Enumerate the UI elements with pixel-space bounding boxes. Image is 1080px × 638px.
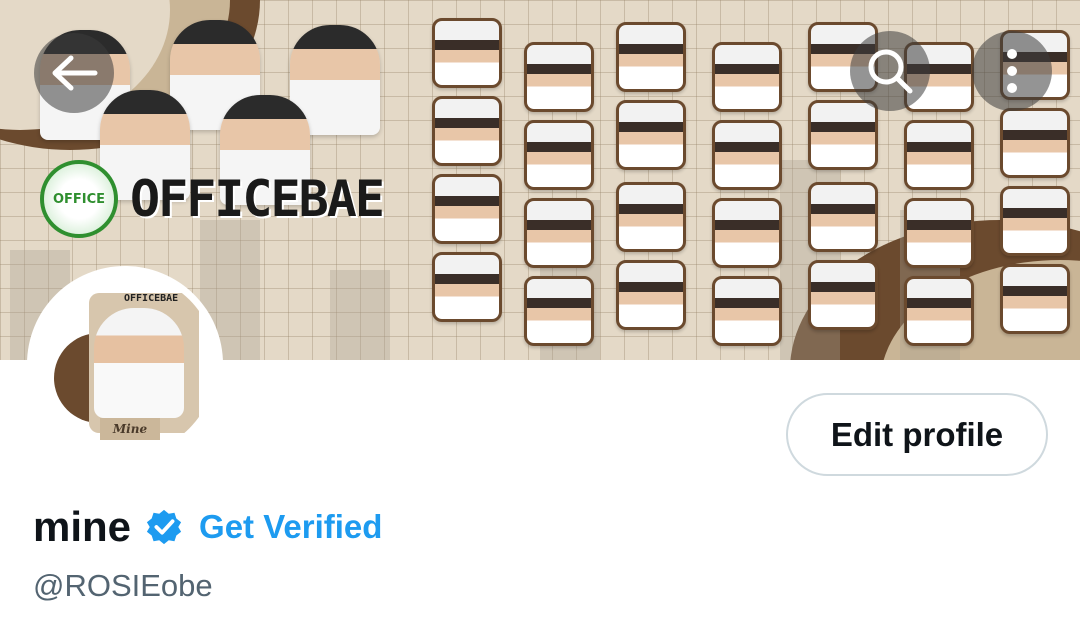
get-verified-link[interactable]: Get Verified [199, 508, 382, 546]
banner-photo-tile [808, 260, 878, 330]
banner-brand: OFFICE OFFICEBAE [40, 160, 385, 238]
profile-avatar[interactable]: OFFICEBAE Mine [27, 266, 223, 462]
verified-badge-icon[interactable] [145, 508, 183, 546]
banner-photo-tile [616, 22, 686, 92]
skyline-building [330, 270, 390, 360]
banner-photo-tile [1000, 108, 1070, 178]
banner-photo-tile [616, 260, 686, 330]
search-icon [868, 49, 913, 94]
banner-photo-tile [616, 100, 686, 170]
banner-photo-tile [432, 174, 502, 244]
profile-name-row: mine Get Verified [33, 503, 382, 551]
banner-logo-text: OFFICE [52, 191, 106, 207]
more-options-button[interactable] [972, 31, 1052, 111]
globe-logo-icon: OFFICE [40, 160, 118, 238]
banner-photo-tile [432, 96, 502, 166]
avatar-person [94, 308, 184, 418]
edit-profile-button[interactable]: Edit profile [786, 393, 1048, 476]
display-name: mine [33, 503, 132, 550]
banner-photo-tile [524, 120, 594, 190]
back-arrow-icon [52, 55, 98, 91]
banner-photo-tile [712, 120, 782, 190]
avatar-wordmark: OFFICEBAE [124, 293, 179, 304]
banner-photo-tile [904, 120, 974, 190]
banner-photo-tile [808, 182, 878, 252]
more-vertical-icon [1007, 49, 1017, 93]
banner-photo-tile [808, 100, 878, 170]
banner-photo-tile [1000, 264, 1070, 334]
avatar-caption: Mine [100, 418, 160, 440]
banner-photo-tile [524, 276, 594, 346]
banner-photo-tile [432, 252, 502, 322]
search-button[interactable] [850, 31, 930, 111]
banner-photo-tile [904, 276, 974, 346]
user-handle: @ROSIEobe [33, 568, 213, 603]
avatar-image: OFFICEBAE Mine [34, 273, 216, 455]
banner-photo-tile [616, 182, 686, 252]
back-button[interactable] [34, 33, 114, 113]
banner-photo-tile [524, 42, 594, 112]
banner-photo-tile [712, 42, 782, 112]
banner-photo-tile [524, 198, 594, 268]
banner-photo-tile [1000, 186, 1070, 256]
banner-photo-tile [712, 198, 782, 268]
banner-photo-tile [432, 18, 502, 88]
banner-photo-tile [712, 276, 782, 346]
banner-photo-tile [904, 198, 974, 268]
banner-brand-name: OFFICEBAE [130, 170, 385, 228]
